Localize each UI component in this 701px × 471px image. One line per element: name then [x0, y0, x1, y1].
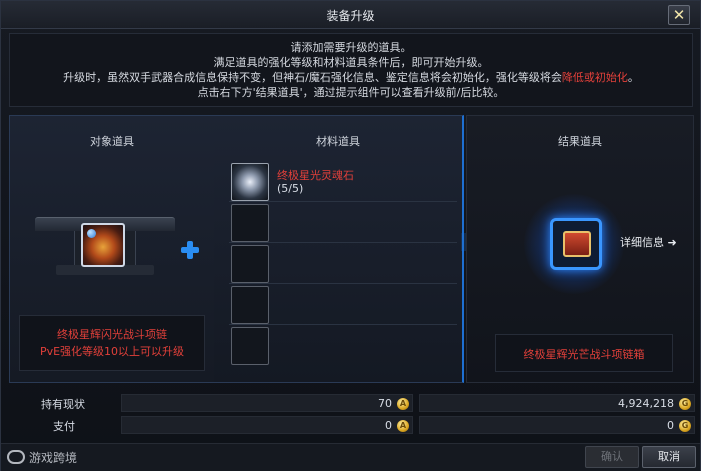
title-bar: 装备升级 ✕ [1, 1, 700, 29]
instructions-panel: 请添加需要升级的道具。 满足道具的强化等级和材料道具条件后，即可开始升级。 升级… [9, 33, 693, 107]
payment-row: 支付 0 A 0 G [9, 415, 695, 435]
instruction-line-3-end: 。 [627, 71, 639, 84]
material-row[interactable]: 终极星光灵魂石 (5/5) [229, 162, 457, 202]
detail-info-link[interactable]: 详细信息 ➜ [620, 234, 677, 250]
instruction-line-3: 升级时，虽然双手武器合成信息保持不变，但神石/魔石强化信息、鉴定信息将会初始化，… [10, 70, 692, 85]
owned-gold-field: 4,924,218 G [419, 394, 695, 412]
coin-icon: A [397, 398, 409, 410]
material-header: 材料道具 [316, 135, 360, 148]
target-info-box: 终极星辉闪光战斗项链 PvE强化等级10以上可以升级 [19, 315, 205, 371]
detail-label: 详细信息 [620, 236, 664, 249]
material-name: 终极星光灵魂石 [277, 169, 354, 182]
target-item-slot[interactable] [81, 223, 125, 267]
equipment-upgrade-window: 装备升级 ✕ 请添加需要升级的道具。 满足道具的强化等级和材料道具条件后，即可开… [0, 0, 701, 471]
result-header: 结果道具 [558, 135, 602, 148]
watermark-logo-icon [7, 450, 25, 464]
instruction-line-1: 请添加需要升级的道具。 [290, 41, 412, 54]
confirm-button[interactable]: 确认 [585, 446, 639, 468]
material-slot[interactable] [231, 204, 269, 242]
instruction-line-2: 满足道具的强化等级和材料道具条件后，即可开始升级。 [213, 56, 489, 69]
window-title: 装备升级 [326, 9, 375, 23]
material-slot[interactable] [231, 327, 269, 365]
material-slot[interactable] [231, 286, 269, 324]
material-row[interactable] [229, 326, 457, 366]
material-slot[interactable] [231, 245, 269, 283]
payment-gold-value: 0 [667, 419, 674, 432]
chest-icon[interactable] [563, 231, 591, 257]
target-requirement: PvE强化等级10以上可以升级 [39, 345, 185, 358]
gem-icon [87, 229, 96, 238]
owned-gold-value: 4,924,218 [618, 397, 674, 410]
cancel-button[interactable]: 取消 [642, 446, 696, 468]
close-button[interactable]: ✕ [668, 5, 690, 25]
payment-label: 支付 [53, 420, 75, 433]
instruction-warning: 降低或初始化 [561, 71, 628, 84]
target-header: 对象道具 [90, 135, 134, 148]
owned-row: 持有现状 70 A 4,924,218 G [9, 393, 695, 413]
instruction-line-3-text: 升级时，虽然双手武器合成信息保持不变，但神石/魔石强化信息、鉴定信息将会初始化，… [63, 71, 562, 84]
payment-points-field: 0 A [121, 416, 413, 434]
payment-points-value: 0 [385, 419, 392, 432]
watermark: 游戏跨境 [7, 449, 77, 466]
target-item-name: 终极星辉闪光战斗项链 [57, 328, 167, 341]
instruction-line-4: 点击右下方'结果道具'，通过提示组件可以查看升级前/后比较。 [197, 86, 505, 99]
coin-icon: G [679, 420, 691, 432]
payment-gold-field: 0 G [419, 416, 695, 434]
watermark-text: 游戏跨境 [29, 451, 78, 465]
soul-stone-icon[interactable] [231, 163, 269, 201]
material-quantity: (5/5) [277, 182, 304, 195]
result-info-box: 终极星辉光芒战斗项链箱 [495, 334, 673, 372]
owned-points-field: 70 A [121, 394, 413, 412]
arrow-right-icon: ➜ [667, 236, 677, 249]
owned-points-value: 70 [378, 397, 392, 410]
close-icon: ✕ [672, 6, 686, 24]
coin-icon: G [679, 398, 691, 410]
material-row[interactable] [229, 285, 457, 325]
material-row[interactable] [229, 244, 457, 284]
result-item-name: 终极星辉光芒战斗项链箱 [523, 348, 645, 361]
coin-icon: A [397, 420, 409, 432]
owned-label: 持有现状 [41, 398, 85, 411]
material-row[interactable] [229, 203, 457, 243]
plus-icon [181, 241, 199, 259]
